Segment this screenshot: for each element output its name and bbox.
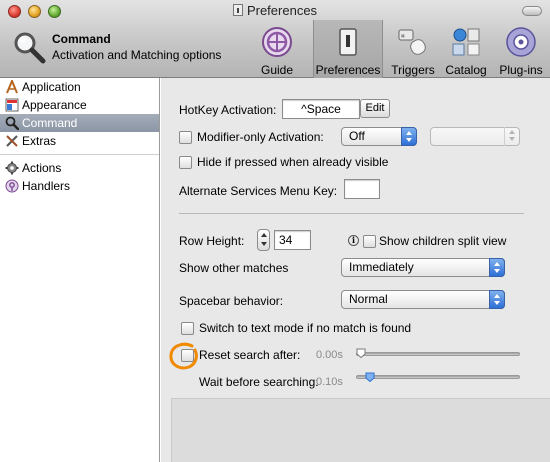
reset-search-value: 0.00s: [316, 349, 343, 361]
preferences-icon: [339, 28, 357, 56]
gear-icon: [5, 161, 19, 175]
handlers-icon: [5, 179, 19, 193]
magnifier-icon: [14, 32, 46, 64]
extras-icon: [6, 135, 18, 147]
row-height-stepper[interactable]: [257, 229, 270, 251]
sidebar-item-label: Command: [22, 116, 78, 130]
panel-footer: [171, 398, 550, 462]
slider-knob-icon[interactable]: [365, 372, 375, 382]
panel-title: Command: [52, 32, 111, 46]
sidebar-item-appearance[interactable]: Appearance: [0, 96, 159, 114]
row-height-field[interactable]: 34: [274, 230, 311, 250]
sidebar-item-command[interactable]: Command: [0, 114, 159, 132]
toolbar-preferences-label: Preferences: [315, 63, 381, 77]
show-children-label: Show children split view: [379, 234, 507, 248]
svg-text:⌘: ⌘: [401, 33, 405, 40]
plugins-icon: [506, 27, 536, 57]
sidebar-item-extras[interactable]: Extras: [0, 132, 159, 150]
window-title: Preferences: [0, 3, 550, 18]
sidebar-item-handlers[interactable]: Handlers: [0, 177, 159, 195]
sidebar-item-label: Appearance: [22, 98, 87, 112]
panel-subtitle: Activation and Matching options: [52, 48, 222, 62]
hotkey-label: HotKey Activation:: [179, 103, 277, 117]
info-icon[interactable]: i: [348, 235, 359, 246]
preferences-window: Preferences Command Activation and Match…: [0, 0, 550, 462]
toolbar-preferences[interactable]: Preferences: [313, 20, 383, 78]
show-other-value: Immediately: [349, 260, 414, 274]
sidebar-item-label: Handlers: [22, 179, 71, 193]
toolbar-plugins[interactable]: Plug-ins: [492, 22, 550, 77]
spacebar-popup[interactable]: Normal: [341, 290, 505, 309]
catalog-icon: [452, 28, 480, 56]
alt-services-field[interactable]: [344, 179, 380, 199]
sidebar-item-label: Application: [22, 80, 81, 94]
switch-text-checkbox[interactable]: [181, 322, 194, 335]
show-children-checkbox[interactable]: [363, 235, 376, 248]
reset-search-slider[interactable]: [356, 352, 520, 356]
sidebar-item-label: Extras: [22, 134, 57, 148]
show-other-popup[interactable]: Immediately: [341, 258, 505, 277]
toolbar-guide-label: Guide: [260, 63, 294, 77]
hotkey-field[interactable]: ^Space: [282, 99, 360, 119]
modifier-key-popup: [430, 127, 520, 146]
toolbar-triggers-label: Triggers: [391, 63, 435, 77]
popup-arrows-icon: [489, 290, 505, 309]
popup-arrows-icon: [504, 127, 520, 146]
appearance-icon: [5, 98, 19, 112]
popup-arrows-icon: [401, 127, 417, 146]
modifier-only-label: Modifier-only Activation:: [197, 130, 324, 144]
triggers-icon: ⌘: [398, 29, 426, 55]
sidebar-item-actions[interactable]: Actions: [0, 159, 159, 177]
toolbar-triggers[interactable]: ⌘ Triggers: [386, 22, 440, 77]
alt-services-label: Alternate Services Menu Key:: [179, 184, 338, 198]
popup-arrows-icon: [489, 258, 505, 277]
modifier-only-value: Off: [349, 129, 365, 143]
edit-hotkey-button[interactable]: Edit: [360, 99, 390, 118]
wait-before-value: 0.10s: [316, 376, 343, 388]
document-icon: [232, 4, 243, 16]
hide-if-pressed-checkbox[interactable]: [179, 156, 192, 169]
spacebar-label: Spacebar behavior:: [179, 294, 284, 308]
sidebar-item-label: Actions: [22, 161, 62, 175]
magnifier-icon: [5, 116, 19, 130]
toolbar-plugins-label: Plug-ins: [499, 63, 543, 77]
switch-text-label: Switch to text mode if no match is found: [199, 321, 412, 335]
wait-before-label: Wait before searching:: [199, 375, 319, 389]
hide-if-pressed-label: Hide if pressed when already visible: [197, 155, 389, 169]
command-settings-panel: HotKey Activation: ^Space Edit Modifier-…: [161, 78, 550, 462]
toolbar-catalog[interactable]: Catalog: [440, 22, 492, 77]
show-other-label: Show other matches: [179, 261, 289, 275]
modifier-only-popup[interactable]: Off: [341, 127, 417, 146]
row-height-label: Row Height:: [179, 234, 245, 248]
slider-knob-icon[interactable]: [356, 348, 366, 358]
wait-before-slider[interactable]: [356, 375, 520, 379]
modifier-only-checkbox[interactable]: [179, 131, 192, 144]
section-divider: [179, 213, 524, 214]
titlebar: Preferences Command Activation and Match…: [0, 0, 550, 78]
reset-search-label: Reset search after:: [199, 348, 301, 362]
sidebar-separator: [0, 154, 159, 155]
toolbar-guide[interactable]: Guide: [252, 22, 302, 77]
window-title-text: Preferences: [246, 3, 318, 18]
guide-icon: [262, 27, 292, 57]
application-icon: [6, 80, 18, 94]
sidebar: Application Appearance Command Extras Ac…: [0, 78, 160, 462]
sidebar-item-application[interactable]: Application: [0, 78, 159, 96]
spacebar-value: Normal: [349, 292, 388, 306]
annotation-circle-icon: [169, 342, 198, 370]
toolbar-catalog-label: Catalog: [445, 63, 487, 77]
